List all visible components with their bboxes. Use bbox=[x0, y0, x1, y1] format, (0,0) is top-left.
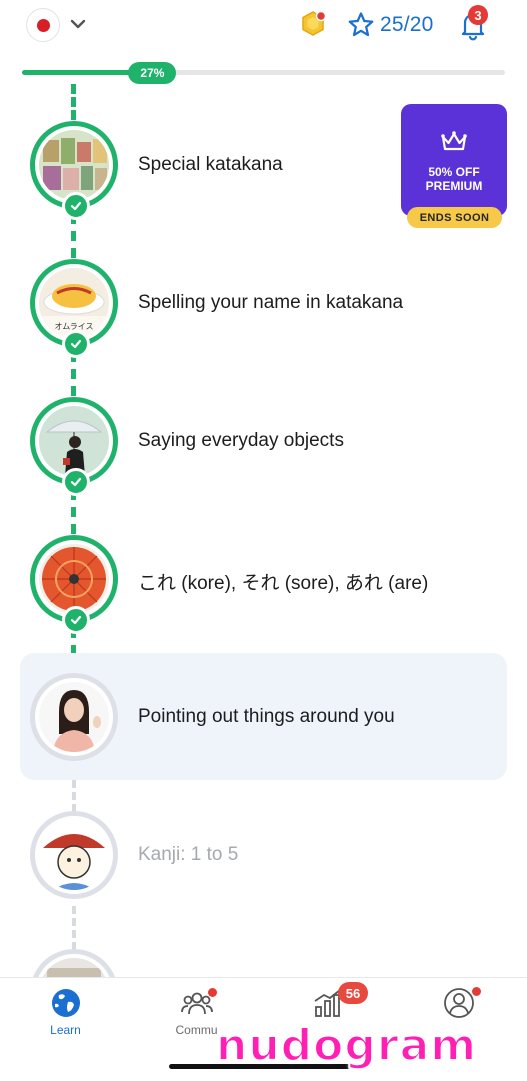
lesson-title[interactable]: これ (kore), それ (sore), あれ (are) bbox=[138, 568, 428, 595]
coin-icon[interactable] bbox=[298, 9, 328, 39]
profile-icon bbox=[443, 988, 474, 1018]
completed-check-icon bbox=[62, 330, 90, 358]
crown-icon bbox=[441, 131, 467, 151]
lesson-thumbnail bbox=[39, 130, 109, 200]
promo-title: 50% OFF PREMIUM bbox=[401, 165, 507, 193]
path-connector-locked bbox=[72, 906, 76, 950]
community-notification-dot bbox=[207, 987, 218, 998]
path-connector bbox=[71, 490, 76, 534]
progress-percent-label: 27% bbox=[128, 62, 177, 84]
nav-label: Learn bbox=[50, 1023, 81, 1037]
premium-promo-card[interactable]: 50% OFF PREMIUM bbox=[401, 104, 507, 216]
lesson-node-pointing-things[interactable] bbox=[30, 673, 118, 761]
leaderboard-count-badge: 56 bbox=[338, 982, 368, 1004]
japan-flag-icon bbox=[36, 18, 50, 32]
lesson-thumbnail bbox=[39, 544, 109, 614]
path-connector bbox=[71, 84, 76, 120]
completed-check-icon bbox=[62, 468, 90, 496]
chevron-down-icon[interactable] bbox=[68, 14, 88, 34]
language-selector-button[interactable] bbox=[26, 8, 60, 42]
watermark-logo: nudogram bbox=[215, 1019, 478, 1072]
star-icon bbox=[348, 12, 374, 37]
lesson-title[interactable]: Saying everyday objects bbox=[138, 430, 344, 452]
path-connector bbox=[71, 214, 76, 258]
completed-check-icon bbox=[62, 606, 90, 634]
lesson-thumbnail bbox=[39, 682, 109, 752]
promo-title-line2: PREMIUM bbox=[425, 179, 483, 193]
lesson-thumbnail bbox=[39, 406, 109, 476]
globe-icon bbox=[51, 989, 80, 1017]
lesson-node-kanji-1-5[interactable] bbox=[30, 811, 118, 899]
stars-count: 25/20 bbox=[380, 13, 434, 36]
path-connector bbox=[71, 352, 76, 396]
promo-title-line1: 50% OFF bbox=[428, 165, 480, 179]
nav-learn[interactable]: Learn bbox=[0, 978, 131, 1048]
profile-notification-dot bbox=[471, 986, 482, 997]
stars-counter[interactable]: 25/20 bbox=[346, 8, 434, 42]
notification-count-badge: 3 bbox=[468, 5, 488, 25]
lesson-title[interactable]: Special katakana bbox=[138, 154, 283, 176]
ends-soon-badge: ENDS SOON bbox=[407, 207, 502, 228]
lesson-title[interactable]: Kanji: 1 to 5 bbox=[138, 844, 238, 866]
lesson-title[interactable]: Spelling your name in katakana bbox=[138, 292, 403, 314]
completed-check-icon bbox=[62, 192, 90, 220]
lesson-title[interactable]: Pointing out things around you bbox=[138, 706, 395, 728]
lesson-thumbnail bbox=[39, 820, 109, 890]
